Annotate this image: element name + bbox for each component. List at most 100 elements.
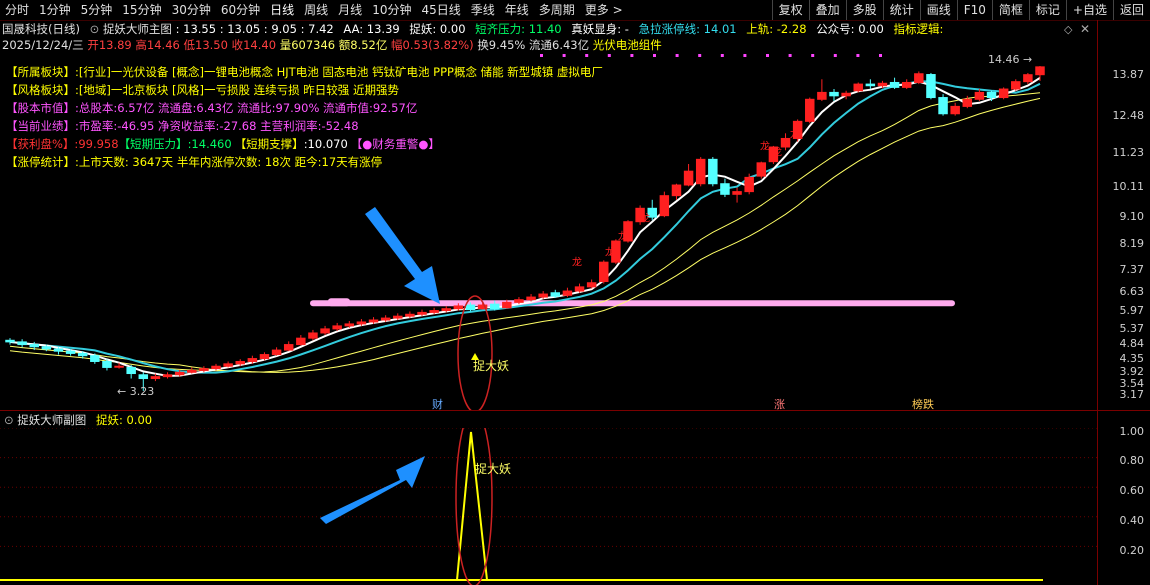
candle xyxy=(5,338,15,345)
dragon-label: 龙 xyxy=(618,229,628,242)
close-icon[interactable]: ✕ xyxy=(1080,22,1090,36)
period-tab-4[interactable]: 30分钟 xyxy=(167,0,216,20)
indicator-name[interactable]: 捉妖大师主图 xyxy=(103,22,172,36)
info-label: 【风格板块】: xyxy=(6,83,79,97)
period-tab-7[interactable]: 周线 xyxy=(299,0,333,20)
profit-short-support-value: :10.070 xyxy=(303,137,348,151)
info-row-5: 【涨停统计】:上市天数: 3647天 半年内涨停次数: 18次 距今:17天有涨… xyxy=(6,153,603,171)
period-tab-0[interactable]: 分时 xyxy=(0,0,34,20)
toolbar-button-1[interactable]: 叠加 xyxy=(808,0,846,20)
dragon-label: 龙 xyxy=(760,139,770,152)
aa-value: AA: 13.39 xyxy=(343,22,400,36)
sub-collapse-icon[interactable]: ⊙ xyxy=(4,413,14,427)
y-tick-label: 10.11 xyxy=(1112,180,1145,193)
quote-low: 低13.50 xyxy=(183,38,228,52)
sub-y-axis: 1.00 0.80 0.60 0.40 0.20 xyxy=(1097,411,1150,585)
candle xyxy=(805,97,815,124)
info-text: 市盈率:-46.95 净资收益率:-27.68 主营利润率:-52.48 xyxy=(78,119,359,133)
signal-dot xyxy=(585,54,589,57)
info-text: [地域]一北京板块 [风格]一亏损股 连续亏损 昨日较强 近期强势 xyxy=(78,83,399,97)
signal-dot xyxy=(675,54,679,57)
diamond-icon[interactable]: ◇ xyxy=(1064,23,1072,36)
toolbar-button-7[interactable]: 标记 xyxy=(1028,0,1066,20)
signal-dot xyxy=(720,54,724,57)
info-label: 【涨停统计】: xyxy=(6,155,79,169)
toolbar-button-5[interactable]: F10 xyxy=(956,0,992,20)
toolbar-button-8[interactable]: +自选 xyxy=(1065,0,1113,20)
info-label: 【当前业绩】: xyxy=(6,119,79,133)
zhuoyao-value: 捉妖: 0.00 xyxy=(409,22,466,36)
y-tick-label: 3.17 xyxy=(1119,388,1145,401)
quote-high: 高14.46 xyxy=(135,38,180,52)
signal-dot xyxy=(833,54,837,57)
candle xyxy=(308,329,318,341)
pointer-arrow xyxy=(365,207,440,304)
signal-dot xyxy=(811,54,815,57)
sub-indicator-chart[interactable]: 捉大妖 xyxy=(0,428,1098,585)
period-tab-14[interactable]: 更多 > xyxy=(580,0,628,20)
toolbar-button-6[interactable]: 简框 xyxy=(991,0,1029,20)
candle xyxy=(950,102,960,116)
toolbar-button-3[interactable]: 统计 xyxy=(882,0,920,20)
pink-band-cap xyxy=(328,298,350,307)
candle xyxy=(671,183,682,200)
dragon-label: 龙 xyxy=(605,245,615,258)
candle xyxy=(187,367,197,374)
period-tab-2[interactable]: 5分钟 xyxy=(76,0,118,20)
sub-indicator-name[interactable]: 捉妖大师副图 xyxy=(17,413,86,427)
upper-rail-value: 上轨: -2.28 xyxy=(746,22,807,36)
candle xyxy=(914,71,924,85)
info-row-2: 【股本市值】:总股本:6.57亿 流通盘:6.43亿 流通比:97.90% 流通… xyxy=(6,99,603,117)
period-tab-9[interactable]: 10分钟 xyxy=(367,0,416,20)
zhuo-da-yao-label: 捉大妖 xyxy=(473,358,509,373)
toolbar-button-4[interactable]: 画线 xyxy=(919,0,957,20)
candle xyxy=(853,82,863,93)
period-tab-10[interactable]: 45日线 xyxy=(416,0,465,20)
period-tab-13[interactable]: 多周期 xyxy=(534,0,580,20)
indicator-logic: 指标逻辑: xyxy=(893,22,944,36)
period-tab-8[interactable]: 月线 xyxy=(333,0,367,20)
signal-dot xyxy=(653,54,656,57)
candle xyxy=(271,347,282,356)
candle xyxy=(283,341,294,352)
collapse-icon[interactable]: ⊙ xyxy=(90,22,100,36)
candle xyxy=(708,157,718,187)
candle xyxy=(841,90,851,100)
candle xyxy=(659,191,670,218)
jila-value: 急拉涨停线: 14.01 xyxy=(638,22,737,36)
candle xyxy=(974,89,985,102)
quote-amount: 额8.52亿 xyxy=(338,38,388,52)
period-tab-5[interactable]: 60分钟 xyxy=(216,0,265,20)
period-tab-6[interactable]: 日线 xyxy=(265,0,299,20)
profit-short-support-label: 【短期支撑】 xyxy=(234,137,304,151)
event-marker[interactable]: 榜跌 xyxy=(912,397,934,411)
sub-y-tick-label: 0.60 xyxy=(1119,484,1145,497)
profit-warning: 【●财务重警●】 xyxy=(350,137,440,151)
main-indicator-header: 国晟科技(日线) ⊙ 捉妖大师主图 : 13.55 : 13.05 : 9.05… xyxy=(0,21,943,37)
candle xyxy=(17,339,27,348)
quote-date: 2025/12/24/三 xyxy=(2,38,84,52)
quote-close: 收14.40 xyxy=(231,38,277,52)
toolbar-button-2[interactable]: 多股 xyxy=(845,0,883,20)
candle xyxy=(695,157,706,187)
period-tab-11[interactable]: 季线 xyxy=(466,0,500,20)
right-toolbar: 复权 叠加 多股 统计 画线 F10 简框 标记 +自选 返回 xyxy=(771,0,1150,20)
profit-short-pressure-label: 【短期压力】 xyxy=(118,137,188,151)
signal-dot xyxy=(766,54,769,57)
toolbar-button-9[interactable]: 返回 xyxy=(1112,0,1150,20)
y-tick-label: 8.19 xyxy=(1119,237,1145,250)
period-tab-12[interactable]: 年线 xyxy=(500,0,534,20)
candle xyxy=(574,283,585,293)
dragon-label: 龙 xyxy=(772,146,782,159)
y-tick-label: 11.23 xyxy=(1112,146,1145,159)
toolbar-button-0[interactable]: 复权 xyxy=(771,0,809,20)
y-tick-label: 12.48 xyxy=(1112,109,1145,122)
info-row-3: 【当前业绩】:市盈率:-46.95 净资收益率:-27.68 主营利润率:-52… xyxy=(6,117,603,135)
y-tick-label: 13.87 xyxy=(1112,68,1145,81)
sub-indicator-value: 捉妖: 0.00 xyxy=(95,413,153,427)
candle xyxy=(162,372,173,379)
period-tab-3[interactable]: 15分钟 xyxy=(117,0,166,20)
y-tick-label: 7.37 xyxy=(1119,263,1145,276)
period-tab-1[interactable]: 1分钟 xyxy=(34,0,76,20)
event-marker[interactable]: 财 xyxy=(432,397,443,411)
